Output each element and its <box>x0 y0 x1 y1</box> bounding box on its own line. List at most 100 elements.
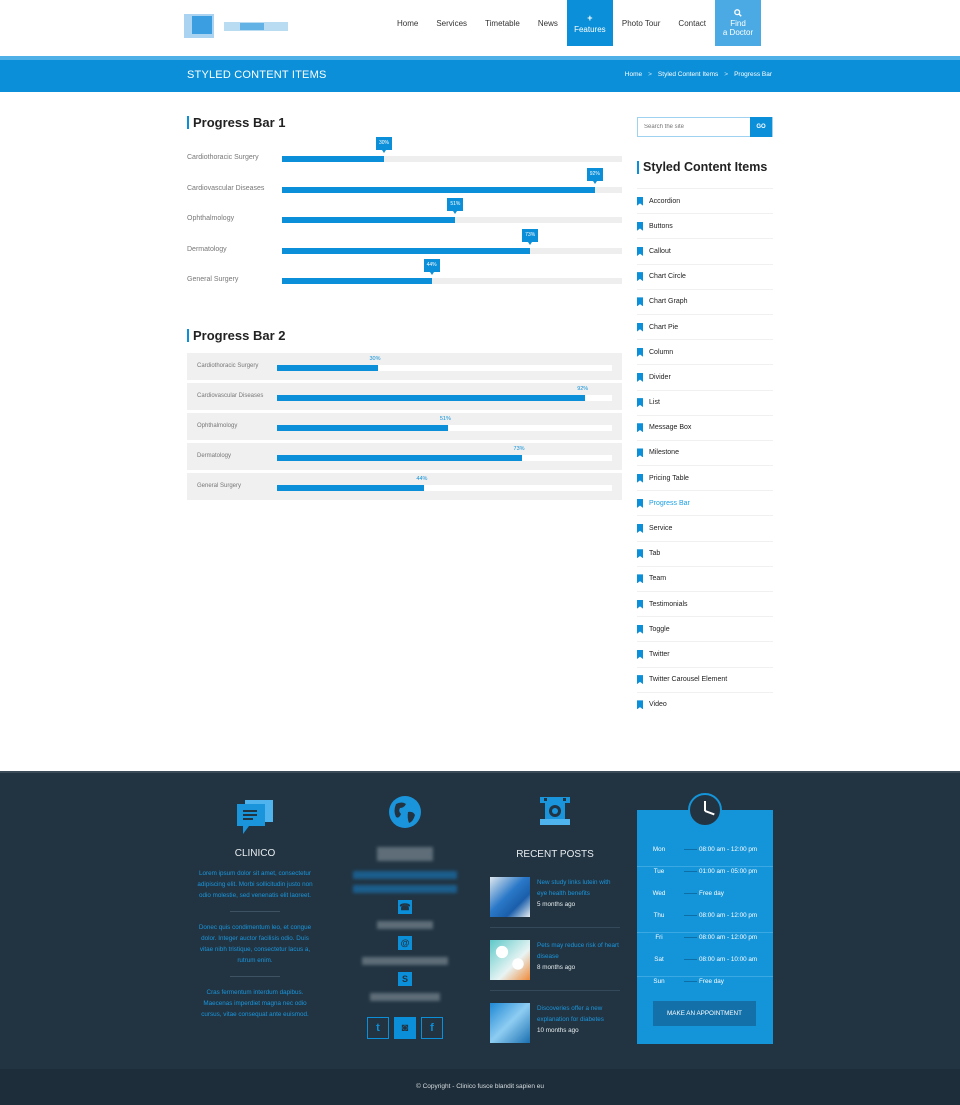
sidebar-item-label: Pricing Table <box>649 474 689 482</box>
progress-label: Cardiothoracic Surgery <box>197 363 259 369</box>
progress-fill <box>277 455 522 461</box>
progress-value-label: 30% <box>369 356 381 362</box>
progress-value-label: 73% <box>513 446 525 452</box>
nav-timetable[interactable]: Timetable <box>476 0 529 46</box>
divider <box>230 976 280 977</box>
progress-label: General Surgery <box>187 276 239 283</box>
progress-label: Cardiothoracic Surgery <box>187 154 259 161</box>
sidebar-item-chart-circle[interactable]: Chart Circle <box>637 263 773 289</box>
nav-features[interactable]: + Features <box>566 0 613 46</box>
breadcrumb-home[interactable]: Home <box>625 71 642 78</box>
sidebar-item-accordion[interactable]: Accordion <box>637 188 773 213</box>
sidebar-item-label: Chart Pie <box>649 323 679 331</box>
hours-dash <box>684 937 697 938</box>
progress-bar-2-list: Cardiothoracic Surgery 30% Cardiovascular … <box>187 353 622 503</box>
blurred-skype <box>370 993 440 1001</box>
post-time: 5 months ago <box>537 901 576 908</box>
progress-row: General Surgery 44% <box>187 259 622 297</box>
footer-about-text: Cras fermentum interdum dapibus. Maecena… <box>201 989 309 1018</box>
search-input[interactable] <box>638 118 752 136</box>
sidebar-item-chart-pie[interactable]: Chart Pie <box>637 313 773 339</box>
sidebar-item-label: Callout <box>649 247 671 255</box>
nav-contact[interactable]: Contact <box>669 0 715 46</box>
sidebar-item-list[interactable]: List <box>637 389 773 415</box>
post-thumbnail[interactable] <box>490 1003 530 1043</box>
bookmark-icon <box>637 221 643 231</box>
progress-row: Ophthalmology 51% <box>187 198 622 236</box>
sidebar-item-buttons[interactable]: Buttons <box>637 213 773 238</box>
sidebar-item-message-box[interactable]: Message Box <box>637 414 773 440</box>
nav-services[interactable]: Services <box>427 0 476 46</box>
make-appointment-button[interactable]: MAKE AN APPOINTMENT <box>653 1001 756 1026</box>
post-text: New study links lutein with eye health b… <box>537 877 620 910</box>
progress-track: 73% <box>282 228 622 254</box>
post-time: 8 months ago <box>537 964 576 971</box>
bookmark-icon <box>637 322 643 332</box>
sidebar-item-toggle[interactable]: Toggle <box>637 616 773 641</box>
breadcrumb: Home > Styled Content Items > Progress B… <box>625 71 772 78</box>
sidebar-item-twitter[interactable]: Twitter <box>637 641 773 666</box>
blurred-address <box>377 847 433 861</box>
footer-about-text: Lorem ipsum dolor sit amet, consectetur … <box>197 870 313 899</box>
sidebar-item-callout[interactable]: Callout <box>637 238 773 263</box>
progress-fill <box>282 247 531 254</box>
sidebar-item-service[interactable]: Service <box>637 515 773 540</box>
sidebar-item-divider[interactable]: Divider <box>637 364 773 389</box>
footer-about-text: Donec quis condimentum leo, et congue do… <box>198 924 312 964</box>
find-doctor-line1: Find <box>730 19 746 28</box>
bookmark-icon <box>637 423 643 433</box>
post-thumbnail[interactable] <box>490 877 530 917</box>
sidebar-item-testimonials[interactable]: Testimonials <box>637 591 773 616</box>
breadcrumb-separator: > <box>648 71 652 78</box>
site-header: Home Services Timetable News + Features … <box>0 0 960 56</box>
bookmark-icon <box>637 624 643 634</box>
progress-row: Dermatology 73% <box>187 443 622 470</box>
facebook-icon[interactable]: f <box>421 1017 443 1039</box>
progress-label: General Surgery <box>197 483 242 489</box>
post-title-link[interactable]: Pets may reduce risk of heart disease <box>537 940 620 962</box>
hours-row: Wed Free day <box>637 882 773 904</box>
divider <box>230 911 280 912</box>
progress-track: 44% <box>277 476 612 491</box>
post-title-link[interactable]: Discoveries offer a new explanation for … <box>537 1003 620 1025</box>
hours-time: 08:00 am - 10:00 am <box>699 956 758 963</box>
progress-value-tag: 73% <box>522 228 539 245</box>
progress-value-tag: 30% <box>376 137 392 153</box>
sidebar-item-team[interactable]: Team <box>637 565 773 591</box>
nav-news[interactable]: News <box>529 0 567 46</box>
sidebar-item-chart-graph[interactable]: Chart Graph <box>637 288 773 314</box>
sidebar-item-label: Video <box>649 701 667 709</box>
breadcrumb-styled-content[interactable]: Styled Content Items <box>658 71 718 78</box>
progress-track: 30% <box>277 356 612 371</box>
sidebar-item-milestone[interactable]: Milestone <box>637 439 773 465</box>
progress-track: 92% <box>277 386 612 401</box>
footer-about-title: CLINICO <box>234 848 276 859</box>
twitter-icon[interactable]: t <box>367 1017 389 1039</box>
post-thumbnail[interactable] <box>490 940 530 980</box>
hours-day: Tue <box>653 868 665 875</box>
post-text: Pets may reduce risk of heart disease 8 m… <box>537 940 620 973</box>
search-go-button[interactable]: GO <box>750 117 772 137</box>
skype-icon: S <box>398 972 412 986</box>
progress-value-label: 51% <box>439 416 451 422</box>
progress-track: 73% <box>277 446 612 461</box>
sidebar-item-video[interactable]: Video <box>637 691 773 717</box>
hours-dash <box>684 915 697 916</box>
nav-photo-tour[interactable]: Photo Tour <box>613 0 670 46</box>
sidebar-item-pricing-table[interactable]: Pricing Table <box>637 465 773 490</box>
nav-home[interactable]: Home <box>388 0 427 46</box>
sidebar-item-progress-bar[interactable]: Progress Bar <box>637 490 773 515</box>
progress-row: Cardiothoracic Surgery 30% <box>187 353 622 380</box>
find-doctor-button[interactable]: Find a Doctor <box>715 0 761 46</box>
site-logo[interactable] <box>184 14 288 38</box>
sidebar-item-twitter-carousel-element[interactable]: Twitter Carousel Element <box>637 666 773 692</box>
progress-track: 30% <box>282 137 622 162</box>
progress-bar-1-list: Cardiothoracic Surgery 30% Cardiovascular … <box>187 137 622 297</box>
progress-label: Dermatology <box>187 245 227 253</box>
clock-icon <box>688 793 722 827</box>
sidebar-item-tab[interactable]: Tab <box>637 540 773 566</box>
hours-row: Sat 08:00 am - 10:00 am <box>637 948 773 970</box>
post-title-link[interactable]: New study links lutein with eye health b… <box>537 877 620 899</box>
sidebar-item-column[interactable]: Column <box>637 339 773 364</box>
instagram-icon[interactable]: ◙ <box>394 1017 416 1039</box>
